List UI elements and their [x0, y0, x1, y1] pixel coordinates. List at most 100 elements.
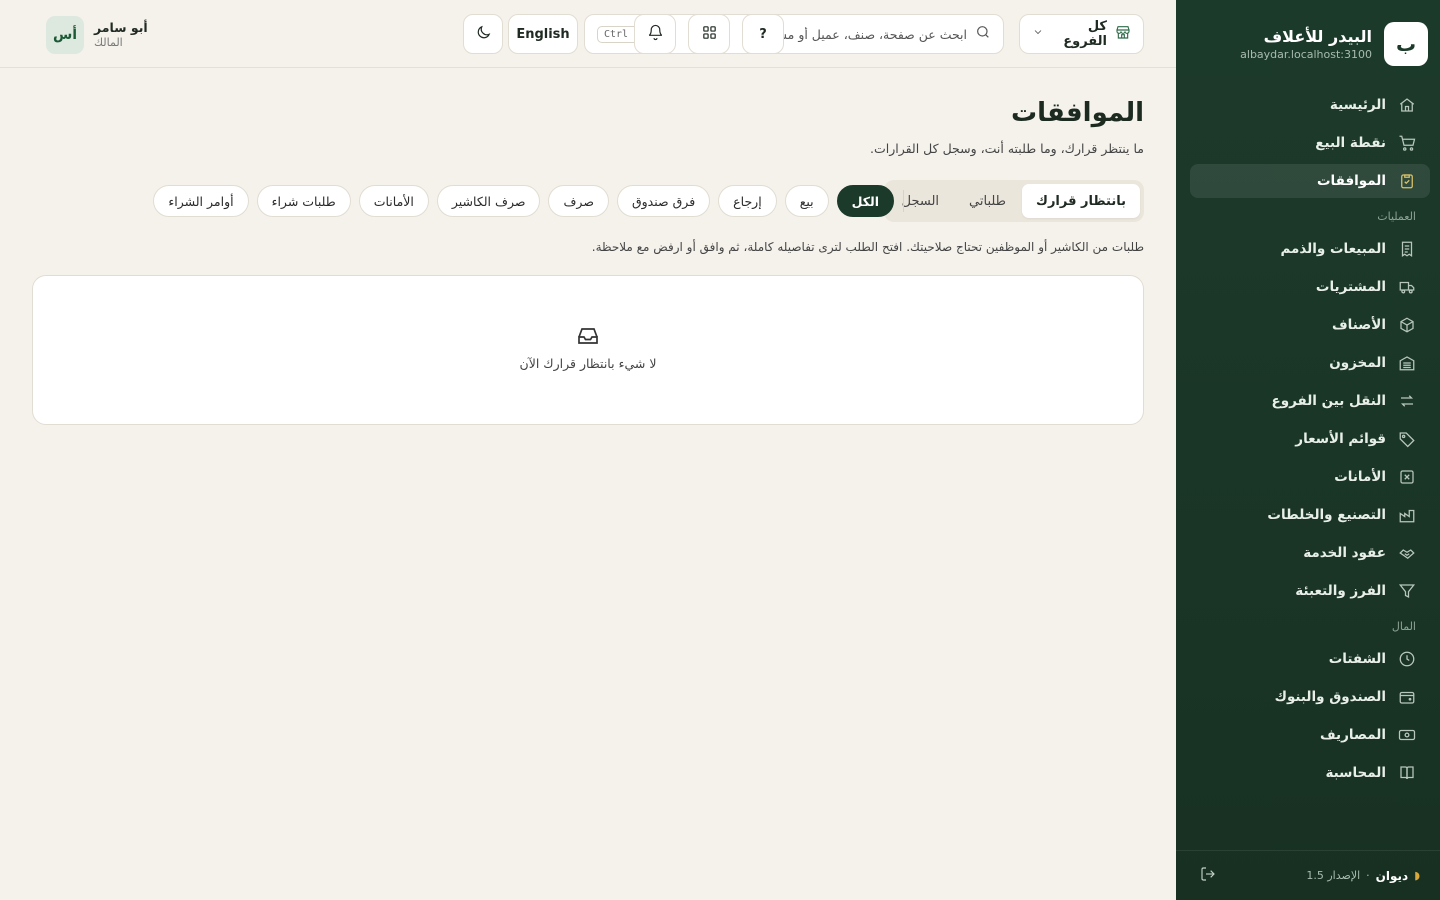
sidebar-item-label: الشفتات — [1328, 651, 1386, 667]
branch-label: كل الفروع — [1063, 19, 1107, 49]
sidebar-item-label: الفرز والتعبئة — [1295, 583, 1386, 599]
store-icon — [1115, 24, 1131, 44]
cart-icon — [1398, 134, 1416, 152]
inbox-icon — [576, 328, 600, 352]
sidebar-item[interactable]: المصاريف — [1190, 718, 1430, 752]
branch-select[interactable]: كل الفروع — [1019, 14, 1144, 54]
wallet-icon — [1398, 688, 1416, 706]
sidebar-section-label: المال — [1391, 620, 1416, 633]
sidebar-item-label: عقود الخدمة — [1303, 545, 1386, 561]
sidebar-footer: ◗ ديوان · الإصدار 1.5 — [1176, 850, 1440, 900]
sidebar-item-label: النقل بين الفروع — [1271, 393, 1386, 409]
filter-chip[interactable]: صرف الكاشير — [436, 185, 541, 217]
filter-chip[interactable]: الكل — [836, 185, 894, 217]
box-icon — [1398, 316, 1416, 334]
footer-brand: ديوان — [1375, 868, 1409, 883]
sidebar: ب البيدر للأعلاف albaydar.localhost:3100… — [1176, 0, 1440, 900]
filter-icon — [1398, 582, 1416, 600]
tag-icon — [1398, 430, 1416, 448]
theme-toggle-button[interactable] — [463, 14, 503, 54]
footer-version: الإصدار 1.5 — [1306, 869, 1361, 882]
sidebar-item[interactable]: الموافقات — [1190, 164, 1430, 198]
search-icon — [975, 24, 991, 44]
segment-tab[interactable]: بانتظار قرارك — [1022, 184, 1140, 218]
page-subtitle: ما ينتظر قرارك، وما طلبته أنت، وسجل كل ا… — [869, 141, 1144, 156]
language-button[interactable]: English — [508, 14, 578, 54]
brand-name: البيدر للأعلاف — [1263, 27, 1372, 46]
sidebar-item-label: نقطة البيع — [1315, 135, 1386, 151]
avatar: أس — [46, 16, 84, 54]
sidebar-item-label: المحاسبة — [1325, 765, 1386, 781]
empty-state-text: لا شيء بانتظار قرارك الآن — [519, 356, 657, 371]
sidebar-item-label: الأمانات — [1334, 469, 1386, 485]
diwan-logo-icon: ◗ — [1414, 869, 1420, 882]
sidebar-item[interactable]: المخزون — [1190, 346, 1430, 380]
sidebar-item[interactable]: المبيعات والذمم — [1190, 232, 1430, 266]
sidebar-section-label: العمليات — [1377, 210, 1416, 223]
segment-tab[interactable]: السجل — [888, 184, 953, 218]
sidebar-item[interactable]: قوائم الأسعار — [1190, 422, 1430, 456]
sidebar-item[interactable]: الصندوق والبنوك — [1190, 680, 1430, 714]
sidebar-item[interactable]: المحاسبة — [1190, 756, 1430, 790]
receipt-icon — [1398, 240, 1416, 258]
user-name: أبو سامر — [94, 20, 148, 35]
sidebar-item[interactable]: المشتريات — [1190, 270, 1430, 304]
sidebar-item[interactable]: التصنيع والخلطات — [1190, 498, 1430, 532]
footer-separator: · — [1366, 869, 1370, 882]
home-icon — [1398, 96, 1416, 114]
sidebar-item[interactable]: الفرز والتعبئة — [1190, 574, 1430, 608]
book-icon — [1398, 764, 1416, 782]
apps-button[interactable] — [688, 14, 730, 54]
warehouse-icon — [1398, 354, 1416, 372]
sidebar-item[interactable]: الشفتات — [1190, 642, 1430, 676]
help-button[interactable]: ? — [742, 14, 784, 54]
logout-icon[interactable] — [1200, 866, 1216, 885]
banknote-icon — [1398, 726, 1416, 744]
sidebar-item-label: المخزون — [1329, 355, 1386, 371]
user-role: المالك — [94, 36, 123, 49]
filter-chip[interactable]: صرف — [548, 185, 609, 217]
x-box-icon — [1398, 468, 1416, 486]
topbar: كل الفروع Ctrl K ? English أس أبو سامر ا… — [0, 0, 1176, 68]
filter-chip[interactable]: الأمانات — [358, 185, 429, 217]
moon-icon — [475, 24, 492, 45]
segment-tabs: بانتظار قرارك طلباتي السجل — [883, 180, 1144, 222]
sidebar-item-label: الموافقات — [1316, 173, 1386, 189]
user-menu[interactable]: أس أبو سامر المالك — [46, 16, 148, 54]
divider — [903, 190, 904, 212]
bell-icon — [647, 24, 664, 45]
sidebar-item[interactable]: الرئيسية — [1190, 88, 1430, 122]
sidebar-item[interactable]: عقود الخدمة — [1190, 536, 1430, 570]
empty-state-card: لا شيء بانتظار قرارك الآن — [32, 275, 1144, 425]
sidebar-item[interactable]: الأمانات — [1190, 460, 1430, 494]
sidebar-item-label: الأصناف — [1332, 317, 1386, 333]
sidebar-item[interactable]: النقل بين الفروع — [1190, 384, 1430, 418]
sidebar-item-label: التصنيع والخلطات — [1267, 507, 1386, 523]
page-title: الموافقات — [1011, 98, 1144, 128]
sidebar-item[interactable]: الأصناف — [1190, 308, 1430, 342]
sidebar-item[interactable]: نقطة البيع — [1190, 126, 1430, 160]
filter-chip[interactable]: بيع — [784, 185, 829, 217]
clock-icon — [1398, 650, 1416, 668]
notifications-button[interactable] — [634, 14, 676, 54]
filter-chip[interactable]: أوامر الشراء — [153, 185, 249, 217]
chevron-down-icon — [1032, 26, 1044, 42]
brand-logo: ب — [1384, 22, 1428, 66]
sidebar-item-label: الرئيسية — [1329, 97, 1386, 113]
hint-text: طلبات من الكاشير أو الموظفين تحتاج صلاحي… — [591, 240, 1144, 254]
main-content: الموافقات ما ينتظر قرارك، وما طلبته أنت،… — [0, 68, 1176, 900]
sidebar-item-label: المشتريات — [1315, 279, 1386, 295]
sidebar-item-label: قوائم الأسعار — [1295, 431, 1386, 447]
sidebar-item-label: المصاريف — [1319, 727, 1386, 743]
sidebar-nav: الرئيسية نقطة البيع الموافقات العمليات المبي… — [1190, 88, 1430, 794]
grid-icon — [701, 24, 718, 45]
sidebar-item-label: الصندوق والبنوك — [1274, 689, 1386, 705]
brand-host: albaydar.localhost:3100 — [1240, 48, 1372, 61]
filter-chip[interactable]: طلبات شراء — [256, 185, 351, 217]
filter-chip[interactable]: إرجاع — [718, 185, 777, 217]
transfer-icon — [1398, 392, 1416, 410]
segment-tab[interactable]: طلباتي — [955, 184, 1020, 218]
truck-icon — [1398, 278, 1416, 296]
filter-chip[interactable]: فرق صندوق — [616, 185, 711, 217]
filter-chips: الكل بيع إرجاع فرق صندوق صرف صرف الكاشير الأما… — [153, 185, 894, 217]
